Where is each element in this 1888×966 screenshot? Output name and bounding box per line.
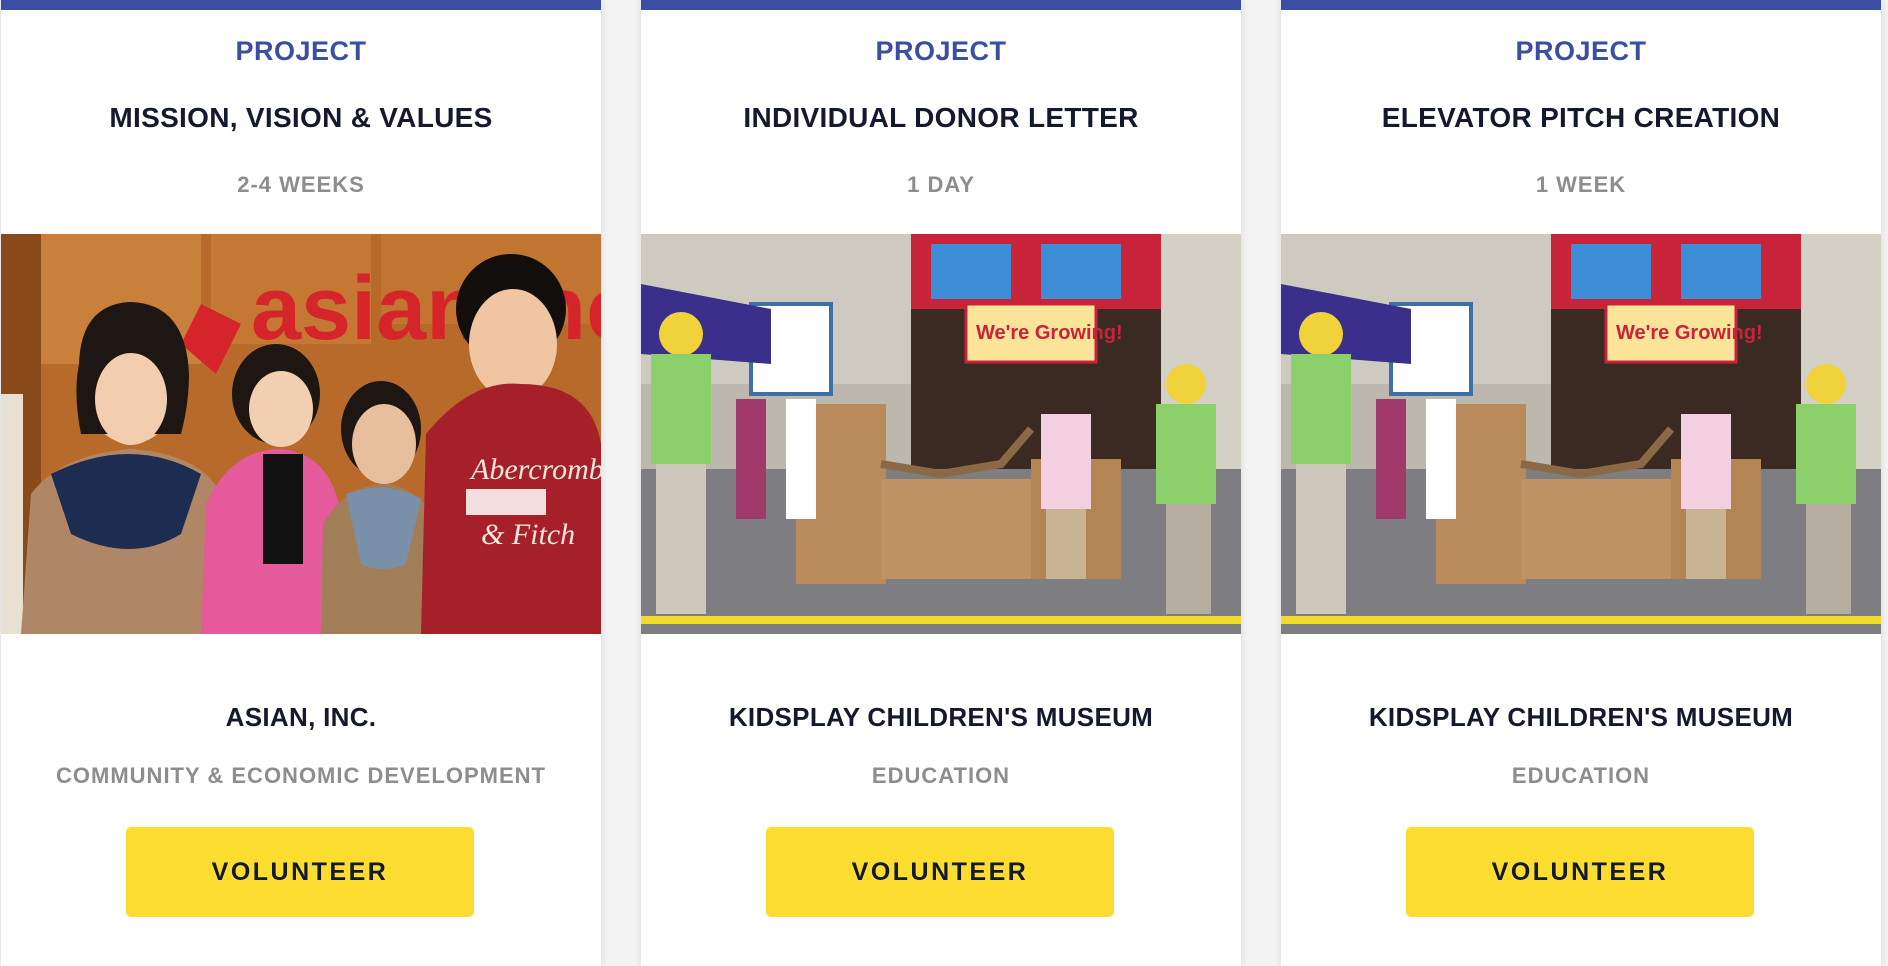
project-card[interactable]: PROJECT INDIVIDUAL DONOR LETTER 1 DAY We… bbox=[641, 0, 1241, 966]
project-duration: 1 DAY bbox=[907, 172, 975, 197]
photo-sign-text: We're Growing! bbox=[1616, 322, 1763, 344]
organization-name[interactable]: ASIAN, INC. bbox=[1, 702, 601, 733]
project-card[interactable]: PROJECT MISSION, VISION & VALUES 2-4 WEE… bbox=[1, 0, 601, 966]
organization-name[interactable]: KIDSPLAY CHILDREN'S MUSEUM bbox=[1281, 702, 1881, 733]
photo-street-festival: We're Growing! bbox=[1281, 234, 1881, 634]
project-card-list: PROJECT MISSION, VISION & VALUES 2-4 WEE… bbox=[0, 0, 1888, 966]
photo-group-portrait: asian inc Abercrom & Fitch bbox=[1, 234, 601, 634]
card-type-label: PROJECT bbox=[235, 36, 367, 66]
svg-text:& Fitch: & Fitch bbox=[481, 518, 575, 551]
project-title[interactable]: MISSION, VISION & VALUES bbox=[1, 102, 601, 134]
photo-street-festival: We're Growing! bbox=[641, 234, 1241, 634]
project-title[interactable]: INDIVIDUAL DONOR LETTER bbox=[641, 102, 1241, 134]
volunteer-button[interactable]: VOLUNTEER bbox=[766, 827, 1114, 917]
project-duration: 2-4 WEEKS bbox=[237, 172, 365, 197]
organization-name[interactable]: KIDSPLAY CHILDREN'S MUSEUM bbox=[641, 702, 1241, 733]
card-type-label: PROJECT bbox=[875, 36, 1007, 66]
project-photo[interactable]: asian inc Abercrom & Fitch bbox=[1, 234, 601, 634]
volunteer-button[interactable]: VOLUNTEER bbox=[1406, 827, 1754, 917]
project-title[interactable]: ELEVATOR PITCH CREATION bbox=[1281, 102, 1881, 134]
project-photo[interactable]: We're Growing! bbox=[1281, 234, 1881, 634]
organization-category: COMMUNITY & ECONOMIC DEVELOPMENT bbox=[56, 763, 546, 788]
project-photo[interactable]: We're Growing! bbox=[641, 234, 1241, 634]
organization-category: EDUCATION bbox=[1511, 763, 1651, 788]
project-card[interactable]: PROJECT ELEVATOR PITCH CREATION 1 WEEK W… bbox=[1281, 0, 1881, 966]
photo-sign-text: We're Growing! bbox=[976, 322, 1123, 344]
organization-category: EDUCATION bbox=[871, 763, 1011, 788]
svg-text:Abercrombie: Abercrombie bbox=[469, 453, 601, 486]
project-duration: 1 WEEK bbox=[1535, 172, 1627, 197]
card-type-label: PROJECT bbox=[1515, 36, 1647, 66]
volunteer-button[interactable]: VOLUNTEER bbox=[126, 827, 474, 917]
